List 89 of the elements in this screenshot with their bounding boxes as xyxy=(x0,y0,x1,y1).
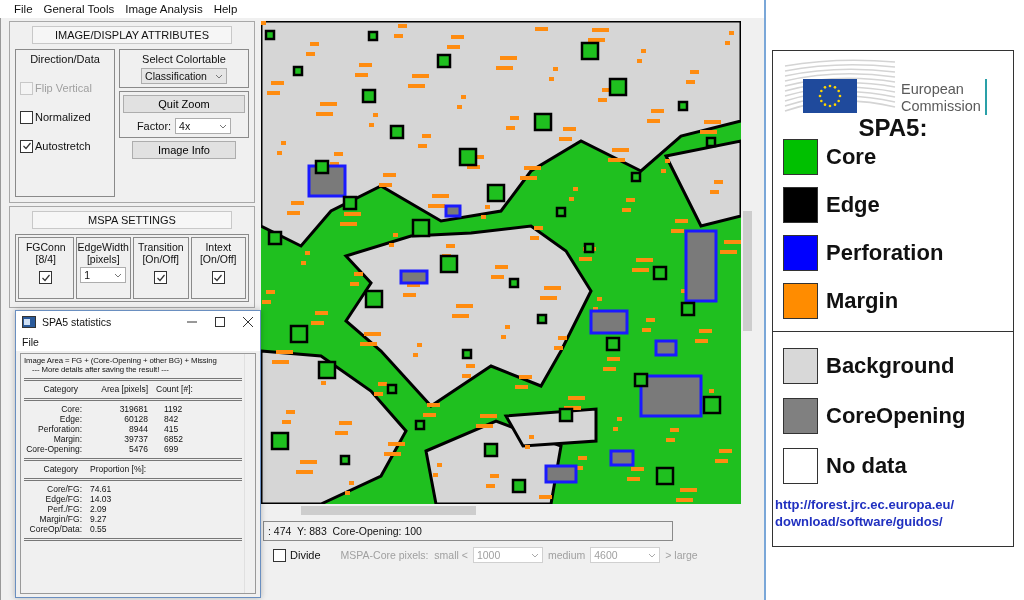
column-header: Area [pixels] xyxy=(100,384,148,394)
column-header: Category xyxy=(42,464,79,474)
checkbox-label: Flip Vertical xyxy=(35,82,92,94)
count-value: 1192 xyxy=(163,404,184,414)
legend-label: Core xyxy=(826,144,877,170)
url-link[interactable]: download/software/guidos/ xyxy=(775,513,1011,530)
proportion-value: 0.55 xyxy=(90,524,108,534)
menu-item[interactable]: General Tools xyxy=(43,3,115,15)
category-label: Core-Opening: xyxy=(25,444,82,454)
menu-item[interactable]: Help xyxy=(213,3,238,15)
checkbox-label: Autostretch xyxy=(35,140,91,152)
checkbox-label: Normalized xyxy=(35,111,91,123)
column-header: Category xyxy=(42,384,79,394)
menu-item[interactable]: File xyxy=(22,336,39,348)
image-info-button[interactable]: Image Info xyxy=(132,141,236,159)
colortable-dropdown[interactable]: Classification xyxy=(141,68,227,84)
checkbox[interactable] xyxy=(211,271,225,284)
proportion-value: 9.27 xyxy=(90,514,108,524)
setting-label: Transition xyxy=(137,241,184,253)
setting-unit: [On/Off] xyxy=(142,253,180,265)
window-icon xyxy=(22,316,36,328)
logo-text: European xyxy=(901,81,965,98)
caret-icon xyxy=(214,73,223,79)
group-title: Direction/Data xyxy=(30,53,100,65)
category-label: Edge: xyxy=(58,414,82,424)
core-pixels-label: MSPA-Core pixels: small < xyxy=(340,549,468,561)
section-title: MSPA SETTINGS xyxy=(32,211,232,229)
menu-item[interactable]: Image Analysis xyxy=(125,3,203,15)
checkbox-label: Divide xyxy=(290,549,321,561)
caret-icon xyxy=(648,552,657,558)
checkbox[interactable] xyxy=(273,548,286,562)
menu-item[interactable]: File xyxy=(14,3,33,15)
column-header: Count [#]: xyxy=(155,384,194,394)
window-title: SPA5 statistics xyxy=(42,316,113,328)
area-value: 8944 xyxy=(128,424,148,434)
proportion-value: 2.09 xyxy=(90,504,108,514)
setting-unit: [On/Off] xyxy=(199,253,237,265)
legend-label: Background xyxy=(826,353,955,379)
caret-icon xyxy=(530,552,539,558)
category-label: Core/FG: xyxy=(46,484,82,494)
legend-label: CoreOpening xyxy=(826,403,966,429)
group-title: Select Colortable xyxy=(142,53,226,65)
category-label: Perforation: xyxy=(37,424,82,434)
legend-label: Edge xyxy=(826,192,880,218)
checkbox[interactable] xyxy=(20,139,33,153)
proportion-value: 14.03 xyxy=(90,494,113,504)
setting-label: Intext xyxy=(205,241,232,253)
checkbox[interactable] xyxy=(154,271,168,284)
legend-title: SPA5: xyxy=(858,117,928,139)
edge-width-dropdown[interactable]: 1 xyxy=(80,267,127,283)
area-value: 60128 xyxy=(123,414,148,424)
proportion-value: 74.61 xyxy=(90,484,113,494)
count-value: 699 xyxy=(163,444,180,454)
checkbox[interactable] xyxy=(20,110,33,124)
category-label: Edge/FG: xyxy=(44,494,82,504)
quit-zoom-button[interactable]: Quit Zoom xyxy=(123,95,245,113)
checkbox[interactable] xyxy=(39,271,53,284)
area-value: 39737 xyxy=(123,434,148,444)
legend-label: Margin xyxy=(826,288,899,314)
setting-unit: [8/4] xyxy=(35,253,56,265)
count-value: 415 xyxy=(163,424,180,434)
legend-label: Perforation xyxy=(826,240,944,266)
category-label: Margin/FG: xyxy=(38,514,82,524)
area-value: 319681 xyxy=(118,404,148,414)
maximize-icon[interactable] xyxy=(214,316,226,328)
medium-label: medium xyxy=(547,549,586,561)
count-value: 842 xyxy=(163,414,180,424)
close-icon[interactable] xyxy=(242,316,254,328)
logo-bar xyxy=(984,79,987,115)
count-value: 6852 xyxy=(163,434,184,444)
setting-label: FGConn xyxy=(25,241,66,253)
category-label: Margin: xyxy=(52,434,82,444)
legend-label: No data xyxy=(826,453,907,479)
setting-label: EdgeWidth xyxy=(77,241,129,253)
section-title: IMAGE/DISPLAY ATTRIBUTES xyxy=(32,26,232,44)
caret-icon xyxy=(219,123,228,129)
column-header: Proportion [%]: xyxy=(90,464,148,474)
factor-dropdown[interactable]: 4x xyxy=(175,118,232,134)
area-value: 5476 xyxy=(128,444,148,454)
setting-unit: [pixels] xyxy=(86,253,120,265)
caret-icon xyxy=(114,272,123,278)
status-field: : 474 Y: 883 Core-Opening: 100 xyxy=(263,521,673,541)
category-label: CoreOp/Data: xyxy=(28,524,82,534)
category-label: Perf./FG: xyxy=(46,504,82,514)
url-link[interactable]: http://forest.jrc.ec.europa.eu/ xyxy=(775,496,1011,513)
logo-text: Commission xyxy=(901,98,981,115)
factor-label: Factor: xyxy=(136,120,172,132)
large-label: > large xyxy=(665,549,698,561)
category-label: Core: xyxy=(60,404,82,414)
